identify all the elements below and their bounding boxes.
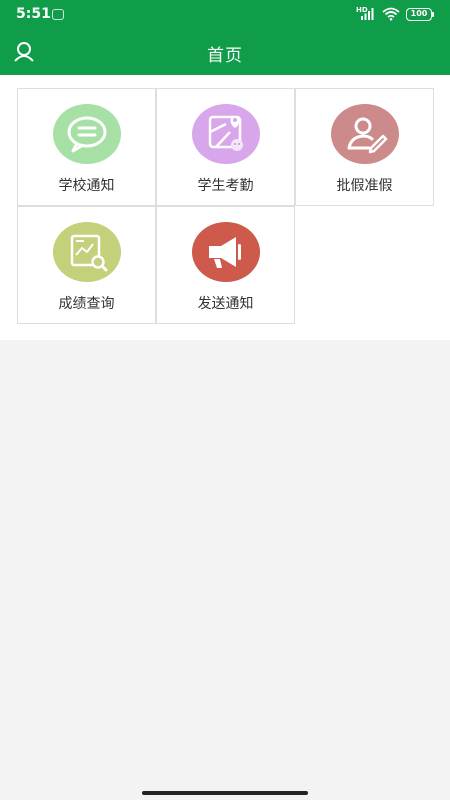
tile-grade-inquiry-badge — [53, 222, 121, 282]
content-panel: 学校通知 学生考勤 批假准假 成绩查询 发送通知 — [0, 75, 450, 340]
tile-send-notice[interactable]: 发送通知 — [156, 206, 295, 324]
tile-label: 学生考勤 — [197, 178, 254, 194]
signal-icon — [361, 8, 374, 20]
home-indicator[interactable] — [142, 791, 308, 795]
chart-search-icon — [70, 234, 108, 272]
tile-student-attendance-badge — [192, 104, 260, 164]
status-icons: HD 100 — [356, 6, 436, 23]
tile-school-notice-badge — [53, 104, 121, 164]
tile-grade-inquiry[interactable]: 成绩查询 — [17, 206, 156, 324]
tile-leave-approval[interactable]: 批假准假 — [295, 88, 434, 206]
tile-school-notice[interactable]: 学校通知 — [17, 88, 156, 206]
battery-indicator: 100 — [406, 8, 432, 21]
tile-label: 成绩查询 — [58, 296, 115, 312]
page-title: 首页 — [207, 46, 243, 66]
wifi-icon — [382, 7, 400, 21]
tile-student-attendance[interactable]: 学生考勤 — [156, 88, 295, 206]
megaphone-icon — [209, 237, 241, 268]
tile-label: 批假准假 — [336, 178, 393, 194]
notification-app-icon — [52, 9, 64, 20]
tile-label: 学校通知 — [58, 178, 115, 194]
tile-leave-approval-badge — [331, 104, 399, 164]
battery-tip — [432, 12, 434, 17]
app-header: 首页 — [0, 30, 450, 75]
map-pin-icon — [208, 115, 243, 151]
tile-label: 发送通知 — [197, 296, 254, 312]
status-bar: 5:51 HD 100 — [0, 0, 450, 30]
tile-send-notice-badge — [192, 222, 260, 282]
chat-bubble-icon — [67, 116, 107, 153]
status-time: 5:51 — [16, 6, 51, 22]
user-edit-icon — [347, 117, 388, 154]
